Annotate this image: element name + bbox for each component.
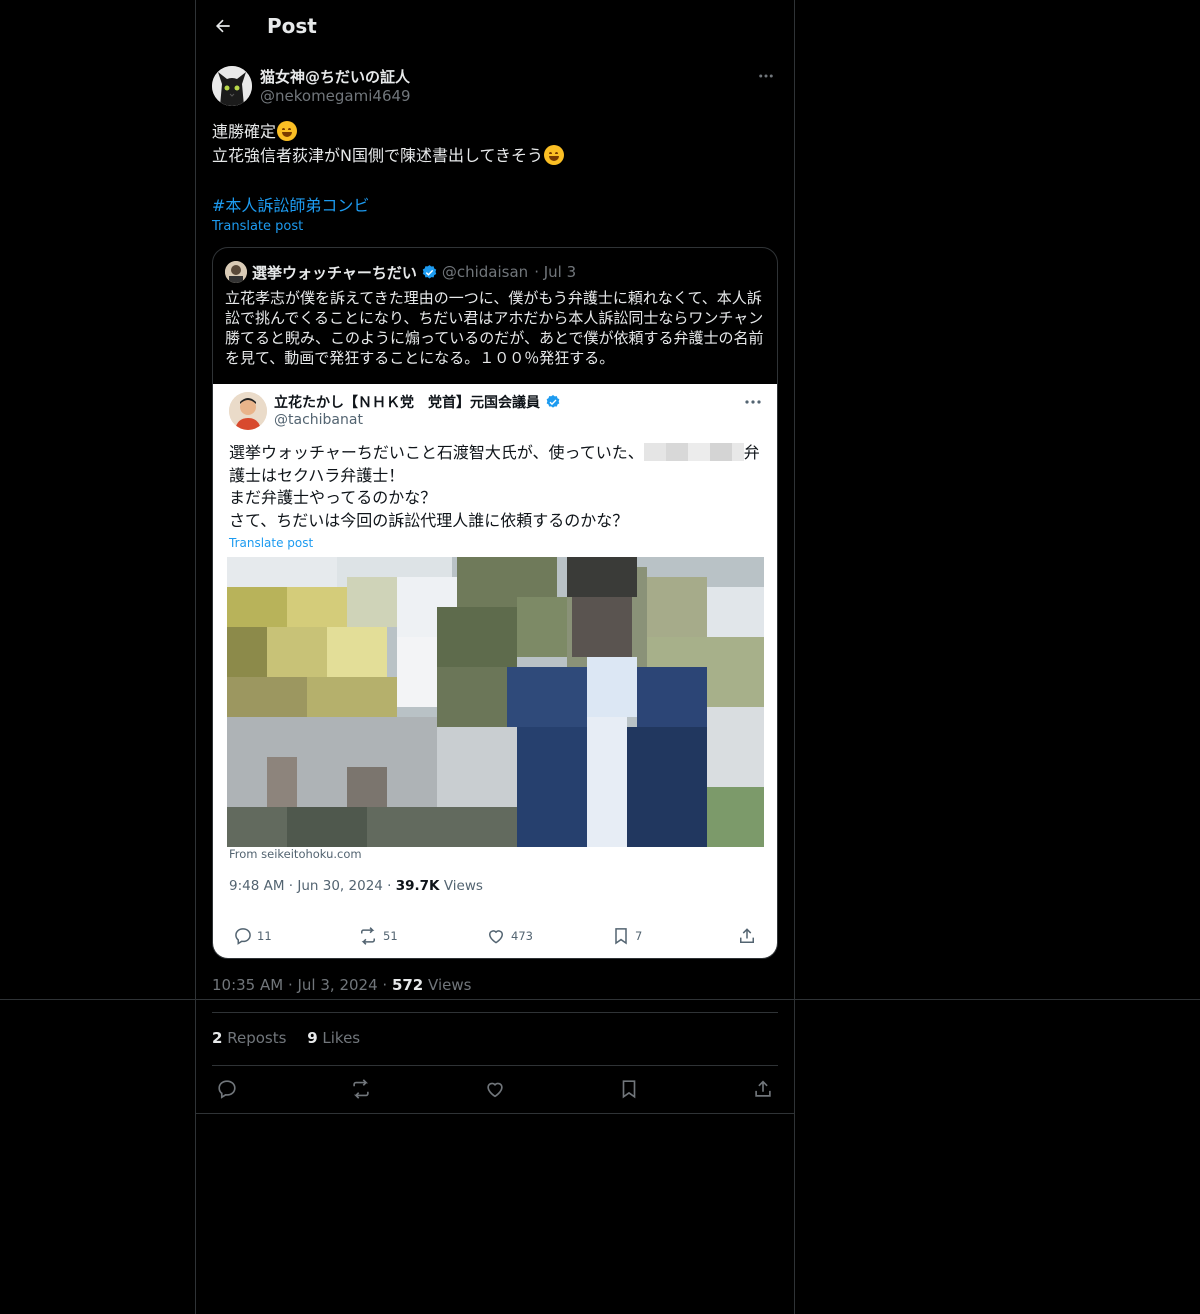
heart-icon[interactable] [483, 1077, 507, 1101]
screenshot-reply-count: 11 [257, 929, 272, 943]
post-line-1: 連勝確定 [212, 122, 277, 141]
screenshot-verified-badge-icon [544, 394, 561, 411]
post-meta: 10:35 AM · Jul 3, 2024 · 572 Views [212, 976, 471, 994]
screenshot-like-count: 473 [511, 929, 533, 943]
back-arrow-icon[interactable] [211, 14, 235, 38]
likes-stat[interactable]: 9 Likes [307, 1029, 360, 1047]
post-author: 猫女神@ちだいの証人 @nekomegami4649 [212, 64, 778, 108]
quoted-author-name: 選挙ウォッチャーちだい [252, 263, 417, 282]
screenshot-repost: 51 [357, 924, 398, 948]
redacted-name [643, 443, 744, 461]
screenshot-text-line: 弁 [743, 443, 760, 462]
quoted-post-header: 選挙ウォッチャーちだい @chidaisan · Jul 3 [225, 261, 576, 283]
screenshot-text-line: さて、ちだいは今回の訴訟代理人誰に依頼するのかな？ [229, 510, 629, 530]
screenshot-text-line: 選挙ウォッチャーちだいこと石渡智大氏が、使っていた、 [229, 443, 644, 462]
screenshot-repost-count: 51 [383, 929, 398, 943]
screenshot-actions: 11 51 473 7 [229, 924, 763, 948]
reposts-count: 2 [212, 1029, 223, 1047]
hashtag-link[interactable]: #本人訴訟師弟コンビ [212, 192, 369, 216]
grinning-face-emoji-icon [544, 145, 565, 165]
quoted-post-text: 立花孝志が僕を訴えてきた理由の一つに、僕がもう弁護士に頼れなくて、本人訴訟で挑ん… [225, 289, 764, 367]
post-timestamp[interactable]: 10:35 AM · Jul 3, 2024 · [212, 976, 392, 994]
screenshot-text-line: 護士はセクハラ弁護士！ [229, 465, 405, 485]
share-icon [740, 928, 754, 943]
page-title: Post [267, 14, 317, 38]
screenshot-views-label: Views [439, 878, 483, 894]
post-line-2: 立花強信者荻津がN国側で陳述書出してきそう [212, 146, 544, 165]
post-actions [212, 1077, 778, 1101]
screenshot-author-name-text: 立花たかし【ＮＨＫ党 党首】元国会議員 [274, 395, 540, 411]
translate-post-link[interactable]: Translate post [212, 219, 303, 234]
divider [195, 1113, 795, 1114]
quoted-post-date: · Jul 3 [534, 263, 577, 281]
screenshot-meta: 9:48 AM · Jun 30, 2024 · 39.7K Views [229, 878, 483, 894]
quoted-author-handle: @chidaisan [441, 263, 529, 281]
divider [0, 999, 1200, 1000]
divider [212, 1065, 778, 1066]
views-label: Views [423, 976, 472, 994]
pixelated-photo [227, 557, 764, 847]
screenshot-more-icon [743, 394, 763, 410]
screenshot-avatar [229, 392, 267, 430]
likes-count: 9 [307, 1029, 318, 1047]
screenshot-translate-link: Translate post [229, 536, 314, 550]
bookmark-icon[interactable] [617, 1077, 641, 1101]
bookmark-icon [615, 928, 627, 945]
page-header: Post [195, 0, 795, 53]
reply-icon [235, 928, 251, 945]
screenshot-source: From seikeitohoku.com [229, 847, 362, 861]
smiling-face-emoji-icon [277, 121, 298, 141]
quoted-post[interactable]: 選挙ウォッチャーちだい @chidaisan · Jul 3 立花孝志が僕を訴え… [212, 247, 778, 959]
author-name[interactable]: 猫女神@ちだいの証人 [260, 66, 410, 87]
likes-label: Likes [322, 1029, 361, 1047]
screenshot-like: 473 [485, 924, 533, 948]
screenshot-text: 選挙ウォッチャーちだいこと石渡智大氏が、使っていた、弁 護士はセクハラ弁護士！ … [229, 442, 763, 532]
reposts-label: Reposts [227, 1029, 287, 1047]
screenshot-bookmark-count: 7 [635, 929, 643, 943]
post-text: 連勝確定 立花強信者荻津がN国側で陳述書出してきそう [212, 120, 778, 168]
reposts-stat[interactable]: 2 Reposts [212, 1029, 286, 1047]
screenshot-reply: 11 [233, 924, 272, 948]
author-handle[interactable]: @nekomegami4649 [260, 87, 411, 105]
engagement-stats: 2 Reposts 9 Likes [212, 1029, 360, 1047]
views-count: 572 [391, 976, 424, 994]
screenshot-time: 9:48 AM · Jun 30, 2024 · [229, 878, 396, 894]
heart-icon [488, 930, 504, 944]
quoted-avatar [225, 261, 247, 283]
more-options-icon[interactable] [754, 64, 778, 88]
avatar[interactable] [212, 66, 252, 106]
share-icon[interactable] [751, 1077, 775, 1101]
quoted-screenshot-image: 立花たかし【ＮＨＫ党 党首】元国会議員 @tachibanat 選挙ウォッチャー… [213, 384, 777, 958]
verified-badge-icon [421, 264, 438, 281]
screenshot-text-line: まだ弁護士やってるのかな？ [229, 488, 437, 507]
screenshot-views-count: 39.7K [395, 878, 440, 894]
repost-icon[interactable] [349, 1077, 373, 1101]
screenshot-author-name: 立花たかし【ＮＨＫ党 党首】元国会議員 [274, 392, 565, 412]
divider [212, 1012, 778, 1013]
reply-icon[interactable] [215, 1077, 239, 1101]
screenshot-share [737, 924, 761, 948]
screenshot-author-handle: @tachibanat [274, 412, 363, 428]
screenshot-bookmark: 7 [611, 924, 642, 948]
repost-icon [361, 927, 375, 945]
